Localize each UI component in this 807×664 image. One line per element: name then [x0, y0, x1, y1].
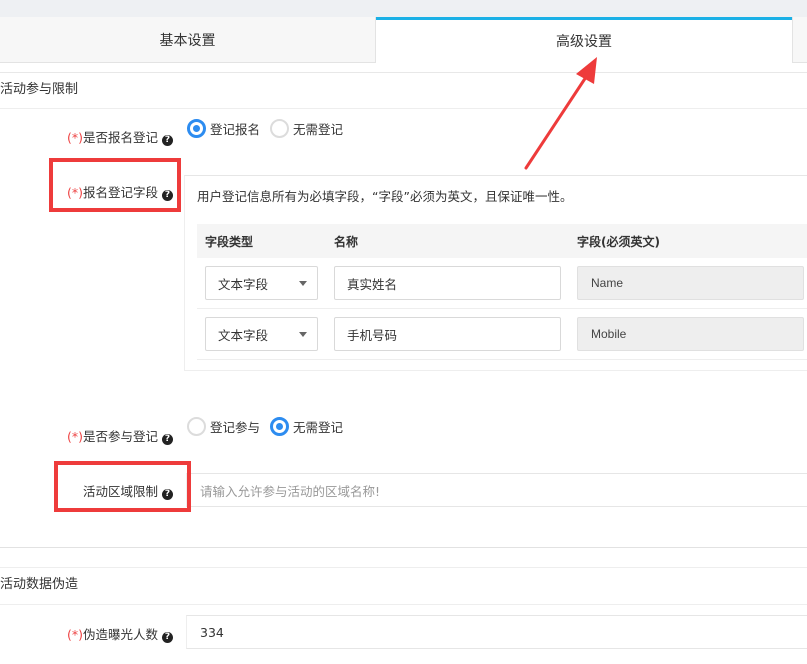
section-divider [0, 108, 807, 109]
radio-signup-register[interactable]: 登记报名 [187, 119, 260, 138]
region-limit-input[interactable]: 请输入允许参与活动的区域名称! [186, 473, 807, 507]
required-mark: (*) [66, 130, 83, 145]
column-header-field-type: 字段类型 [205, 234, 254, 249]
radio-participation-none[interactable]: 无需登记 [270, 417, 343, 436]
tab-basic-settings[interactable]: 基本设置 [0, 17, 376, 63]
table-row: 文本字段 手机号码 Mobile [197, 309, 807, 360]
field-key-input: Mobile [577, 317, 804, 351]
fake-exposure-input[interactable]: 334 [186, 615, 807, 649]
signup-registration-radio-group: 登记报名 无需登记 [187, 119, 353, 138]
field-type-value: 文本字段 [218, 327, 269, 343]
tabs-divider [0, 72, 807, 73]
caret-down-icon [299, 280, 307, 286]
radio-label: 登记参与 [210, 420, 261, 435]
field-key-input: Name [577, 266, 804, 300]
tab-bar-tail [792, 17, 807, 63]
signup-registration-label-text: 是否报名登记 [82, 130, 158, 145]
field-name-input[interactable]: 手机号码 [334, 317, 561, 351]
arrow-shaft [524, 72, 590, 170]
table-row: 文本字段 真实姓名 Name [197, 258, 807, 309]
radio-checked-icon[interactable] [187, 119, 206, 138]
tab-advanced-settings[interactable]: 高级设置 [376, 17, 792, 63]
fake-exposure-label: (*)伪造曝光人数? [0, 624, 173, 643]
section-title-fake-data: 活动数据伪造 [0, 577, 79, 592]
field-key-cell: Mobile [569, 317, 807, 351]
field-type-cell: 文本字段 [197, 317, 326, 351]
signup-registration-label: (*)是否报名登记? [0, 127, 173, 146]
fake-exposure-label-text: 伪造曝光人数 [82, 627, 158, 642]
annotation-box-region-limit [54, 461, 191, 512]
column-header-name: 名称 [334, 234, 359, 249]
table-header: 字段类型 名称 字段(必须英文) [197, 224, 807, 258]
signup-fields-table: 字段类型 名称 字段(必须英文) 文本字段 真实姓名 Name 文本字段 手机号… [197, 224, 807, 360]
radio-unchecked-icon[interactable] [270, 119, 290, 138]
participation-registration-label: (*)是否参与登记? [0, 426, 173, 445]
field-name-cell: 手机号码 [326, 317, 569, 351]
caret-down-icon [299, 331, 307, 337]
field-name-input[interactable]: 真实姓名 [334, 266, 561, 300]
settings-tabs: 基本设置 高级设置 [0, 17, 807, 63]
required-mark: (*) [66, 627, 83, 642]
annotation-box-signup-fields [49, 158, 181, 212]
column-header-field-key: 字段(必须英文) [577, 234, 660, 249]
radio-unchecked-icon[interactable] [187, 417, 206, 436]
participation-registration-radio-group: 登记参与 无需登记 [187, 417, 353, 436]
participation-registration-label-text: 是否参与登记 [82, 429, 158, 444]
field-type-select[interactable]: 文本字段 [205, 317, 318, 351]
question-circle-icon[interactable]: ? [162, 135, 173, 146]
section-divider [0, 604, 807, 605]
field-key-cell: Name [569, 266, 807, 300]
radio-participation-register[interactable]: 登记参与 [187, 417, 260, 436]
radio-label: 登记报名 [210, 122, 261, 137]
field-type-select[interactable]: 文本字段 [205, 266, 318, 300]
required-mark: (*) [66, 429, 83, 444]
radio-checked-icon[interactable] [270, 417, 290, 436]
field-type-value: 文本字段 [218, 276, 269, 292]
section-title-participation: 活动参与限制 [0, 82, 79, 97]
top-strip [0, 0, 807, 17]
section-divider [0, 567, 807, 568]
field-type-cell: 文本字段 [197, 266, 326, 300]
field-name-cell: 真实姓名 [326, 266, 569, 300]
signup-fields-hint: 用户登记信息所有为必填字段，“字段”必须为英文，且保证唯一性。 [197, 189, 573, 204]
radio-label: 无需登记 [293, 420, 344, 435]
radio-signup-none[interactable]: 无需登记 [270, 119, 343, 138]
question-circle-icon[interactable]: ? [162, 632, 173, 643]
section-divider [0, 547, 807, 548]
question-circle-icon[interactable]: ? [162, 434, 173, 445]
signup-fields-panel: 用户登记信息所有为必填字段，“字段”必须为英文，且保证唯一性。 字段类型 名称 … [184, 175, 807, 371]
radio-label: 无需登记 [293, 122, 344, 137]
